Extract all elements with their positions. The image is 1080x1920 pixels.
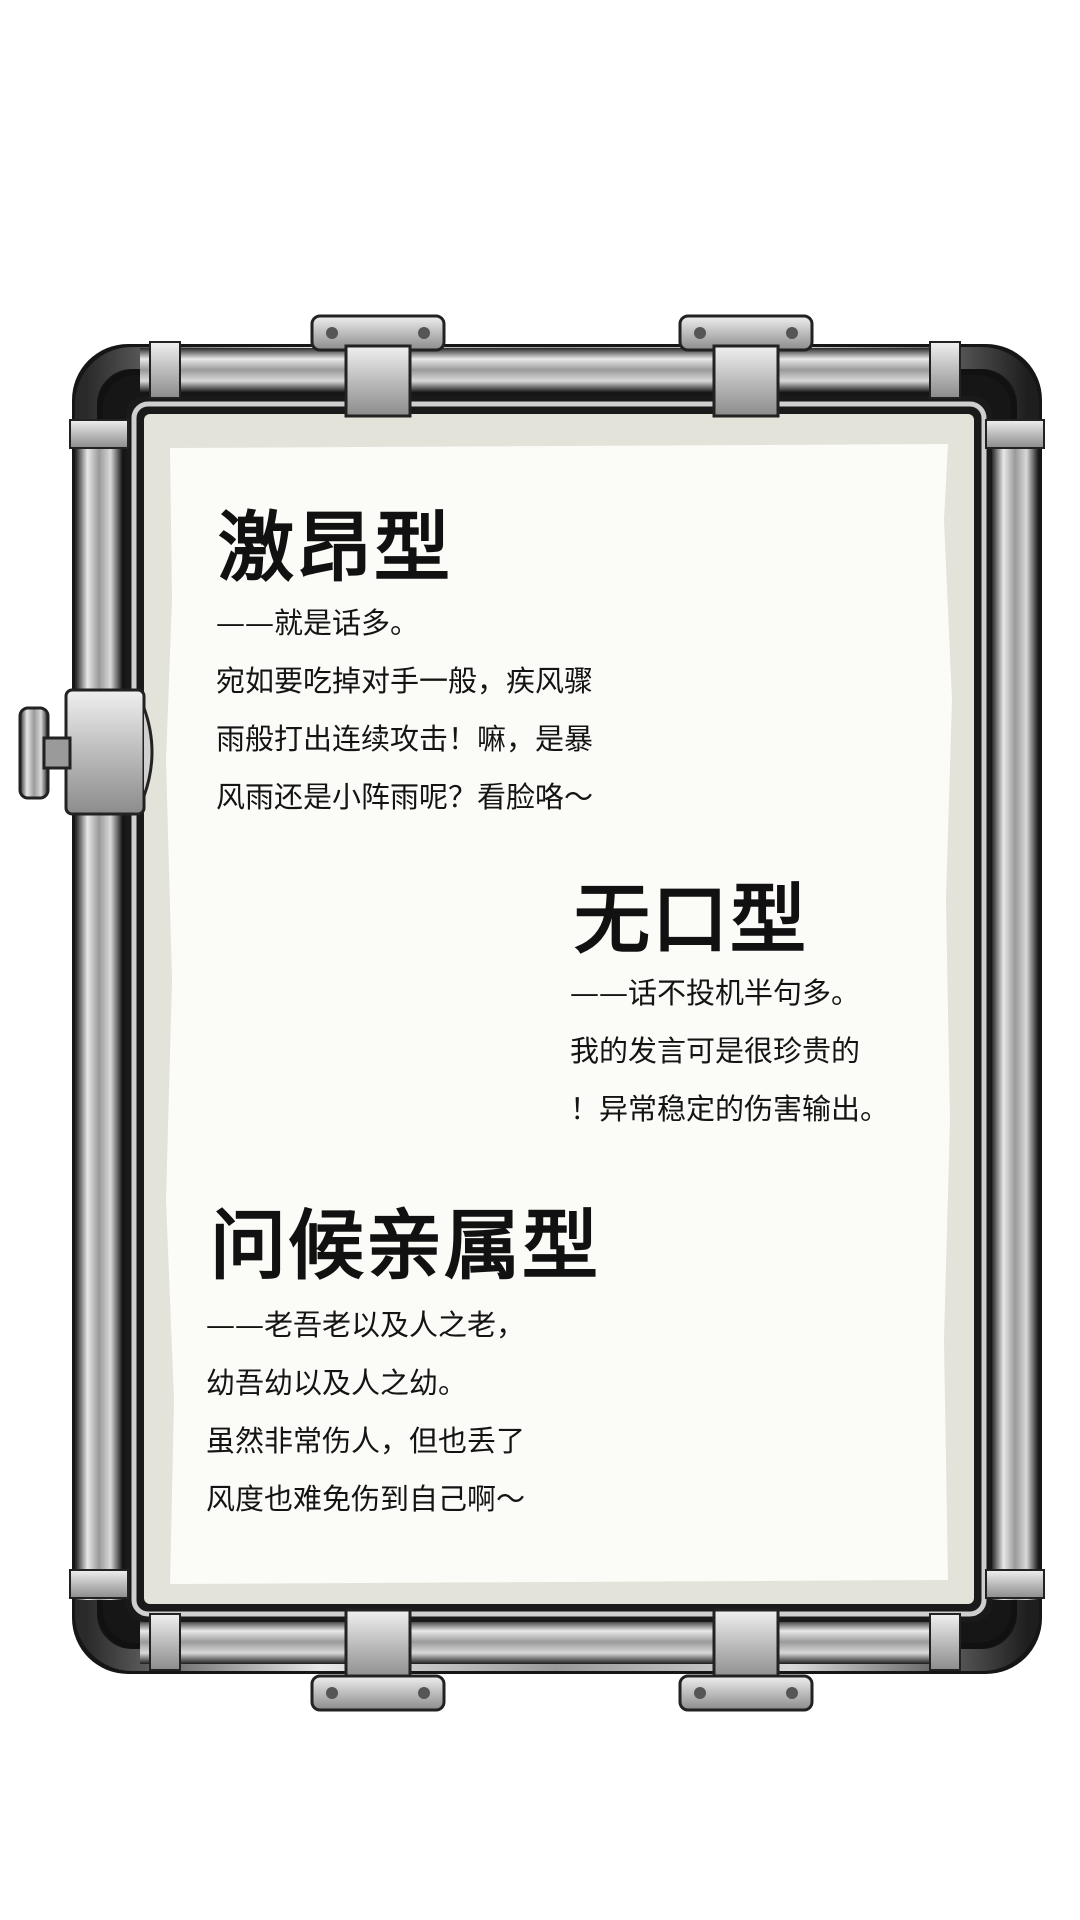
- body-line: ——老吾老以及人之老，: [206, 1308, 526, 1342]
- body-line: 宛如要吃掉对手一般，疾风骤: [216, 664, 594, 698]
- section-title-jiang: 激昂型: [218, 503, 452, 592]
- body-line: 幼吾幼以及人之幼。: [206, 1366, 468, 1400]
- body-line: 我的发言可是很珍贵的: [570, 1034, 861, 1068]
- section-body-jiang: ——就是话多。 宛如要吃掉对手一般，疾风骤 雨般打出连续攻击！嘛，是暴 风雨还是…: [216, 594, 593, 826]
- latch-knob-icon: [18, 688, 154, 816]
- body-line: 虽然非常伤人，但也丢了: [206, 1424, 526, 1458]
- body-line: ——话不投机半句多。: [570, 976, 861, 1010]
- body-line: ！异常稳定的伤害输出。: [570, 1092, 890, 1126]
- body-line: ——就是话多。: [216, 606, 420, 640]
- body-line: 风雨还是小阵雨呢？看脸咯～: [216, 780, 594, 814]
- section-title-wukou: 无口型: [574, 875, 808, 964]
- body-line: 雨般打出连续攻击！嘛，是暴: [216, 722, 594, 756]
- section-title-wenhou: 问候亲属型: [210, 1201, 600, 1290]
- body-line: 风度也难免伤到自己啊～: [206, 1482, 526, 1516]
- section-body-wenhou: ——老吾老以及人之老， 幼吾幼以及人之幼。 虽然非常伤人，但也丢了 风度也难免伤…: [206, 1296, 525, 1528]
- section-body-wukou: ——话不投机半句多。 我的发言可是很珍贵的 ！异常稳定的伤害输出。: [570, 964, 889, 1138]
- metal-pipe-frame: [18, 314, 1045, 1712]
